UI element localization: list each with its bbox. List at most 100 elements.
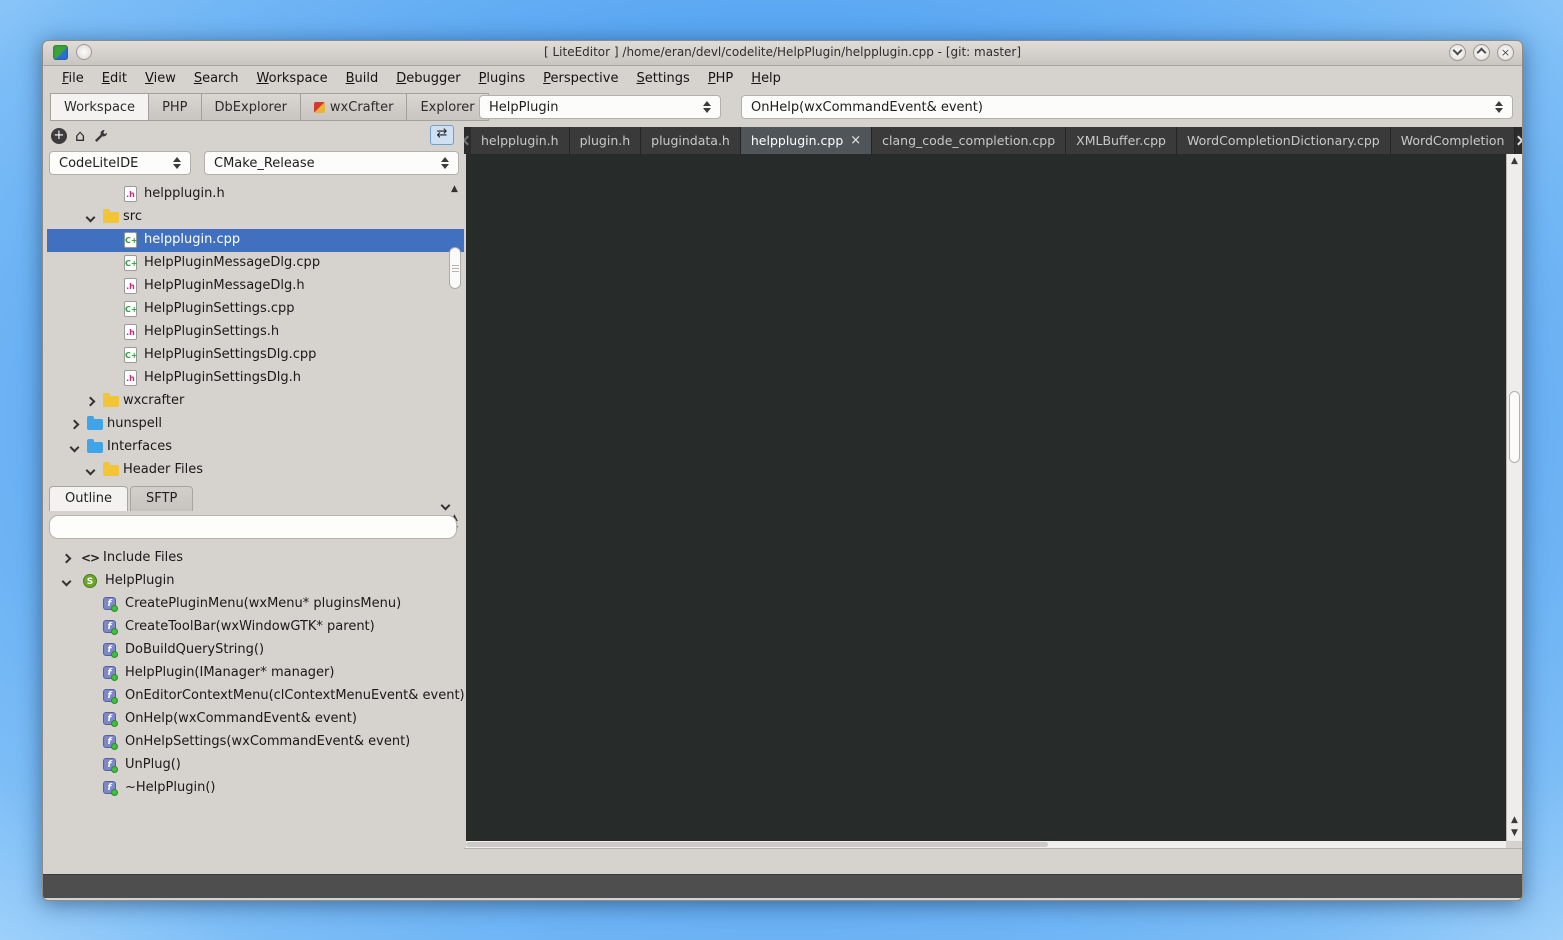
tree-item-label: HelpPluginMessageDlg.h <box>144 278 305 293</box>
tree-item-helpplugin-h[interactable]: .hhelpplugin.h <box>47 183 464 206</box>
tree-item-helppluginmessagedlg-cpp[interactable]: C+HelpPluginMessageDlg.cpp <box>47 252 464 275</box>
outline-item-oneditorcontextmenu-clcontextmenuevent-event[interactable]: fOnEditorContextMenu(clContextMenuEvent&… <box>47 685 464 708</box>
outline-item-onhelpsettings-wxcommandevent-event[interactable]: fOnHelpSettings(wxCommandEvent& event) <box>47 731 464 754</box>
expander-right-icon[interactable] <box>86 397 96 407</box>
tree-item-header-files[interactable]: Header Files <box>47 459 464 482</box>
editor-tab-helpplugin-h[interactable]: helpplugin.h <box>471 127 570 154</box>
add-icon[interactable]: + <box>51 128 67 144</box>
editor-tab-label: WordCompletion <box>1401 133 1505 148</box>
perspective-tab-wxcrafter[interactable]: wxCrafter <box>300 93 408 121</box>
scroll-down-icon[interactable]: ▼ <box>1511 829 1518 838</box>
scrollbar-thumb[interactable] <box>449 247 461 289</box>
editor-vertical-scrollbar[interactable]: ▲ ▲ ▼ <box>1506 154 1522 841</box>
editor-tab-clang-code-completion-cpp[interactable]: clang_code_completion.cpp <box>872 127 1066 154</box>
menu-help[interactable]: Help <box>742 68 790 89</box>
outline-item-helpplugin[interactable]: SHelpPlugin <box>47 570 464 593</box>
cpp-file-icon: C+ <box>124 347 137 363</box>
build-config-combo[interactable]: CMake_Release <box>204 151 459 175</box>
tree-item-helpplugin-cpp[interactable]: C+helpplugin.cpp <box>47 229 464 252</box>
outline-item-onhelp-wxcommandevent-event[interactable]: fOnHelp(wxCommandEvent& event) <box>47 708 464 731</box>
menu-file[interactable]: File <box>53 68 93 89</box>
expander-down-icon[interactable] <box>86 213 96 223</box>
close-tab-icon[interactable]: × <box>850 136 861 146</box>
perspective-tab-php[interactable]: PHP <box>148 93 201 121</box>
wrench-icon[interactable] <box>93 128 109 144</box>
scroll-up-icon[interactable]: ▲ <box>451 185 458 194</box>
close-button[interactable]: × <box>1497 44 1514 61</box>
title-bar[interactable]: [ LiteEditor ] /home/eran/devl/codelite/… <box>43 41 1522 66</box>
tree-item-label: helpplugin.cpp <box>144 232 240 247</box>
editor-area: helpplugin.hplugin.hplugindata.hhelpplug… <box>464 127 1522 874</box>
editor-tab-plugindata-h[interactable]: plugindata.h <box>641 127 741 154</box>
folder-icon <box>103 465 119 476</box>
home-icon[interactable]: ⌂ <box>75 128 85 144</box>
workspace-sidebar: + ⌂ ⇄ CodeLiteIDE CMake_Release .hhelppl… <box>47 123 464 874</box>
tree-item-helppluginsettings-cpp[interactable]: C+HelpPluginSettings.cpp <box>47 298 464 321</box>
perspective-tab-workspace[interactable]: Workspace <box>50 93 149 121</box>
function-icon: f <box>103 689 116 702</box>
tab-bar-controls <box>1515 127 1522 154</box>
outline-search-input[interactable] <box>49 515 457 539</box>
outline-item-label: ~HelpPlugin() <box>125 780 215 795</box>
tree-item-helppluginmessagedlg-h[interactable]: .hHelpPluginMessageDlg.h <box>47 275 464 298</box>
tree-scrollbar[interactable]: ▲ ▲ ▼ <box>449 185 462 535</box>
editor-tab-wordcompletion[interactable]: WordCompletion <box>1391 127 1516 154</box>
menu-build[interactable]: Build <box>337 68 388 89</box>
editor-tab-plugin-h[interactable]: plugin.h <box>570 127 642 154</box>
active-project-combo[interactable]: HelpPlugin <box>479 95 721 119</box>
menu-edit[interactable]: Edit <box>93 68 136 89</box>
perspective-tab-explorer[interactable]: Explorer <box>406 93 488 121</box>
tree-item-helppluginsettingsdlg-cpp[interactable]: C+HelpPluginSettingsDlg.cpp <box>47 344 464 367</box>
menu-workspace[interactable]: Workspace <box>248 68 337 89</box>
tab-outline[interactable]: Outline <box>49 486 128 511</box>
menu-settings[interactable]: Settings <box>627 68 698 89</box>
tree-item-label: Interfaces <box>107 439 172 454</box>
expander-down-icon[interactable] <box>62 577 72 587</box>
workspace-type-combo[interactable]: CodeLiteIDE <box>49 151 191 175</box>
tree-item-hunspell[interactable]: hunspell <box>47 413 464 436</box>
menu-perspective[interactable]: Perspective <box>534 68 627 89</box>
tab-scroll-left[interactable] <box>464 127 471 154</box>
menu-plugins[interactable]: Plugins <box>470 68 535 89</box>
scroll-up-icon[interactable]: ▲ <box>1511 816 1518 825</box>
minimize-button[interactable] <box>1449 44 1466 61</box>
chevron-right-icon[interactable] <box>1514 136 1522 146</box>
editor-tab-label: helpplugin.cpp <box>751 133 843 148</box>
scrollbar-thumb[interactable] <box>466 842 1048 847</box>
tree-item-wxcrafter[interactable]: wxcrafter <box>47 390 464 413</box>
outline-item-helpplugin-imanager-manager[interactable]: fHelpPlugin(IManager* manager) <box>47 662 464 685</box>
swap-panes-button[interactable]: ⇄ <box>430 125 454 145</box>
maximize-button[interactable] <box>1473 44 1490 61</box>
outline-item-createpluginmenu-wxmenu-pluginsmenu[interactable]: fCreatePluginMenu(wxMenu* pluginsMenu) <box>47 593 464 616</box>
scrollbar-thumb[interactable] <box>1509 391 1520 463</box>
expander-right-icon[interactable] <box>70 420 80 430</box>
perspective-tab-dbexplorer[interactable]: DbExplorer <box>201 93 301 121</box>
outline-item-createtoolbar-wxwindowgtk-parent[interactable]: fCreateToolBar(wxWindowGTK* parent) <box>47 616 464 639</box>
editor-tab-wordcompletiondictionary-cpp[interactable]: WordCompletionDictionary.cpp <box>1177 127 1391 154</box>
outline-item-unplug[interactable]: fUnPlug() <box>47 754 464 777</box>
editor-tab-helpplugin-cpp[interactable]: helpplugin.cpp × <box>741 127 872 154</box>
desktop: [ LiteEditor ] /home/eran/devl/codelite/… <box>0 0 1563 940</box>
menu-view[interactable]: View <box>136 68 185 89</box>
scroll-up-icon[interactable]: ▲ <box>1511 157 1518 166</box>
menu-php[interactable]: PHP <box>699 68 742 89</box>
editor-tab-xmlbuffer-cpp[interactable]: XMLBuffer.cpp <box>1066 127 1177 154</box>
expander-down-icon[interactable] <box>86 466 96 476</box>
outline-item-include-files[interactable]: <>Include Files <box>47 547 464 570</box>
menu-debugger[interactable]: Debugger <box>387 68 469 89</box>
outline-item-dobuildquerystring[interactable]: fDoBuildQueryString() <box>47 639 464 662</box>
tree-item-helppluginsettingsdlg-h[interactable]: .hHelpPluginSettingsDlg.h <box>47 367 464 390</box>
tree-item-src[interactable]: src <box>47 206 464 229</box>
expander-right-icon[interactable] <box>62 554 72 564</box>
outline-item-label: HelpPlugin(IManager* manager) <box>125 665 334 680</box>
editor-horizontal-scrollbar[interactable] <box>466 841 1506 848</box>
expander-down-icon[interactable] <box>70 443 80 453</box>
scope-combo[interactable]: OnHelp(wxCommandEvent& event) <box>741 95 1513 119</box>
tree-item-helppluginsettings-h[interactable]: .hHelpPluginSettings.h <box>47 321 464 344</box>
outline-dropdown-icon[interactable] <box>441 501 451 511</box>
code-editor[interactable] <box>466 154 1506 841</box>
tree-item-interfaces[interactable]: Interfaces <box>47 436 464 459</box>
menu-search[interactable]: Search <box>185 68 248 89</box>
outline-item-helpplugin[interactable]: f~HelpPlugin() <box>47 777 464 800</box>
tab-sftp[interactable]: SFTP <box>130 486 193 511</box>
